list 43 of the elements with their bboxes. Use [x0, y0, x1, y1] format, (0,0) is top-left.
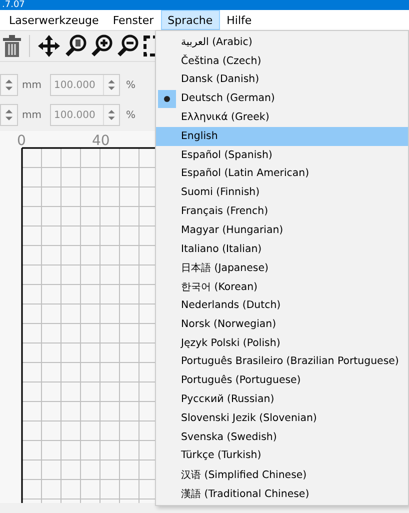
menu-item[interactable]: Dansk (Danish) — [156, 70, 408, 90]
unit-label: mm — [22, 80, 42, 90]
menu-item[interactable]: Español (Spanish) — [156, 146, 408, 165]
menu-item[interactable]: Magyar (Hungarian) — [156, 220, 408, 240]
menu-item[interactable]: Ελληνικά (Greek) — [156, 108, 408, 127]
menu-item[interactable]: Fenster — [106, 10, 161, 30]
menu-item[interactable]: Español (Latin American) — [156, 164, 408, 184]
menu-item[interactable]: 汉语 (Simplified Chinese) — [156, 465, 408, 484]
menu-item[interactable]: Deutsch (German) — [156, 89, 408, 108]
menu-item[interactable]: Slovenski Jezik (Slovenian) — [156, 408, 408, 428]
menu-item[interactable]: 한국어 (Korean) — [156, 277, 408, 296]
menu-item[interactable]: 漢語 (Traditional Chinese) — [156, 484, 408, 503]
percent-label: % — [126, 110, 136, 120]
menu-item[interactable]: Laserwerkzeuge — [2, 10, 106, 30]
menu-item[interactable]: Türkçe (Turkish) — [156, 446, 408, 466]
menu-item[interactable]: العربية (Arabic) — [156, 33, 408, 52]
zoom-out-icon[interactable] — [117, 34, 139, 58]
ruler-label: 40 — [92, 133, 110, 149]
menu-item[interactable]: Sprache — [160, 10, 220, 30]
menu-item[interactable]: Français (French) — [156, 202, 408, 221]
menu-item[interactable]: Русский (Russian) — [156, 390, 408, 409]
menu-item[interactable]: Suomi (Finnish) — [156, 183, 408, 202]
move-icon[interactable] — [37, 34, 61, 58]
spinner-button[interactable] — [0, 104, 18, 126]
menu-item[interactable]: Português (Portuguese) — [156, 371, 408, 390]
menu-item[interactable]: English — [156, 126, 408, 146]
menu-item[interactable]: Język Polski (Polish) — [156, 334, 408, 353]
menu-item[interactable]: Português Brasileiro (Brazilian Portuguese) — [156, 352, 408, 372]
ruler-label: 0 — [17, 133, 26, 149]
menu-item[interactable]: Svenska (Swedish) — [156, 428, 408, 447]
menu-item[interactable]: Nederlands (Dutch) — [156, 296, 408, 315]
menu-item[interactable]: Norsk (Norwegian) — [156, 314, 408, 334]
window-title: .7.07 — [0, 0, 409, 10]
spinner-button[interactable] — [0, 74, 18, 96]
percent-label: % — [126, 80, 136, 90]
zoom-page-icon[interactable] — [65, 34, 87, 58]
menu-item[interactable]: 日本語 (Japanese) — [156, 258, 408, 278]
menu-item[interactable]: Čeština (Czech) — [156, 52, 408, 71]
trash-icon[interactable] — [2, 34, 22, 58]
zoom-in-icon[interactable] — [91, 34, 113, 58]
menu-item[interactable]: Italiano (Italian) — [156, 240, 408, 259]
menu-item[interactable]: Hilfe — [220, 10, 259, 30]
unit-label: mm — [22, 110, 42, 120]
